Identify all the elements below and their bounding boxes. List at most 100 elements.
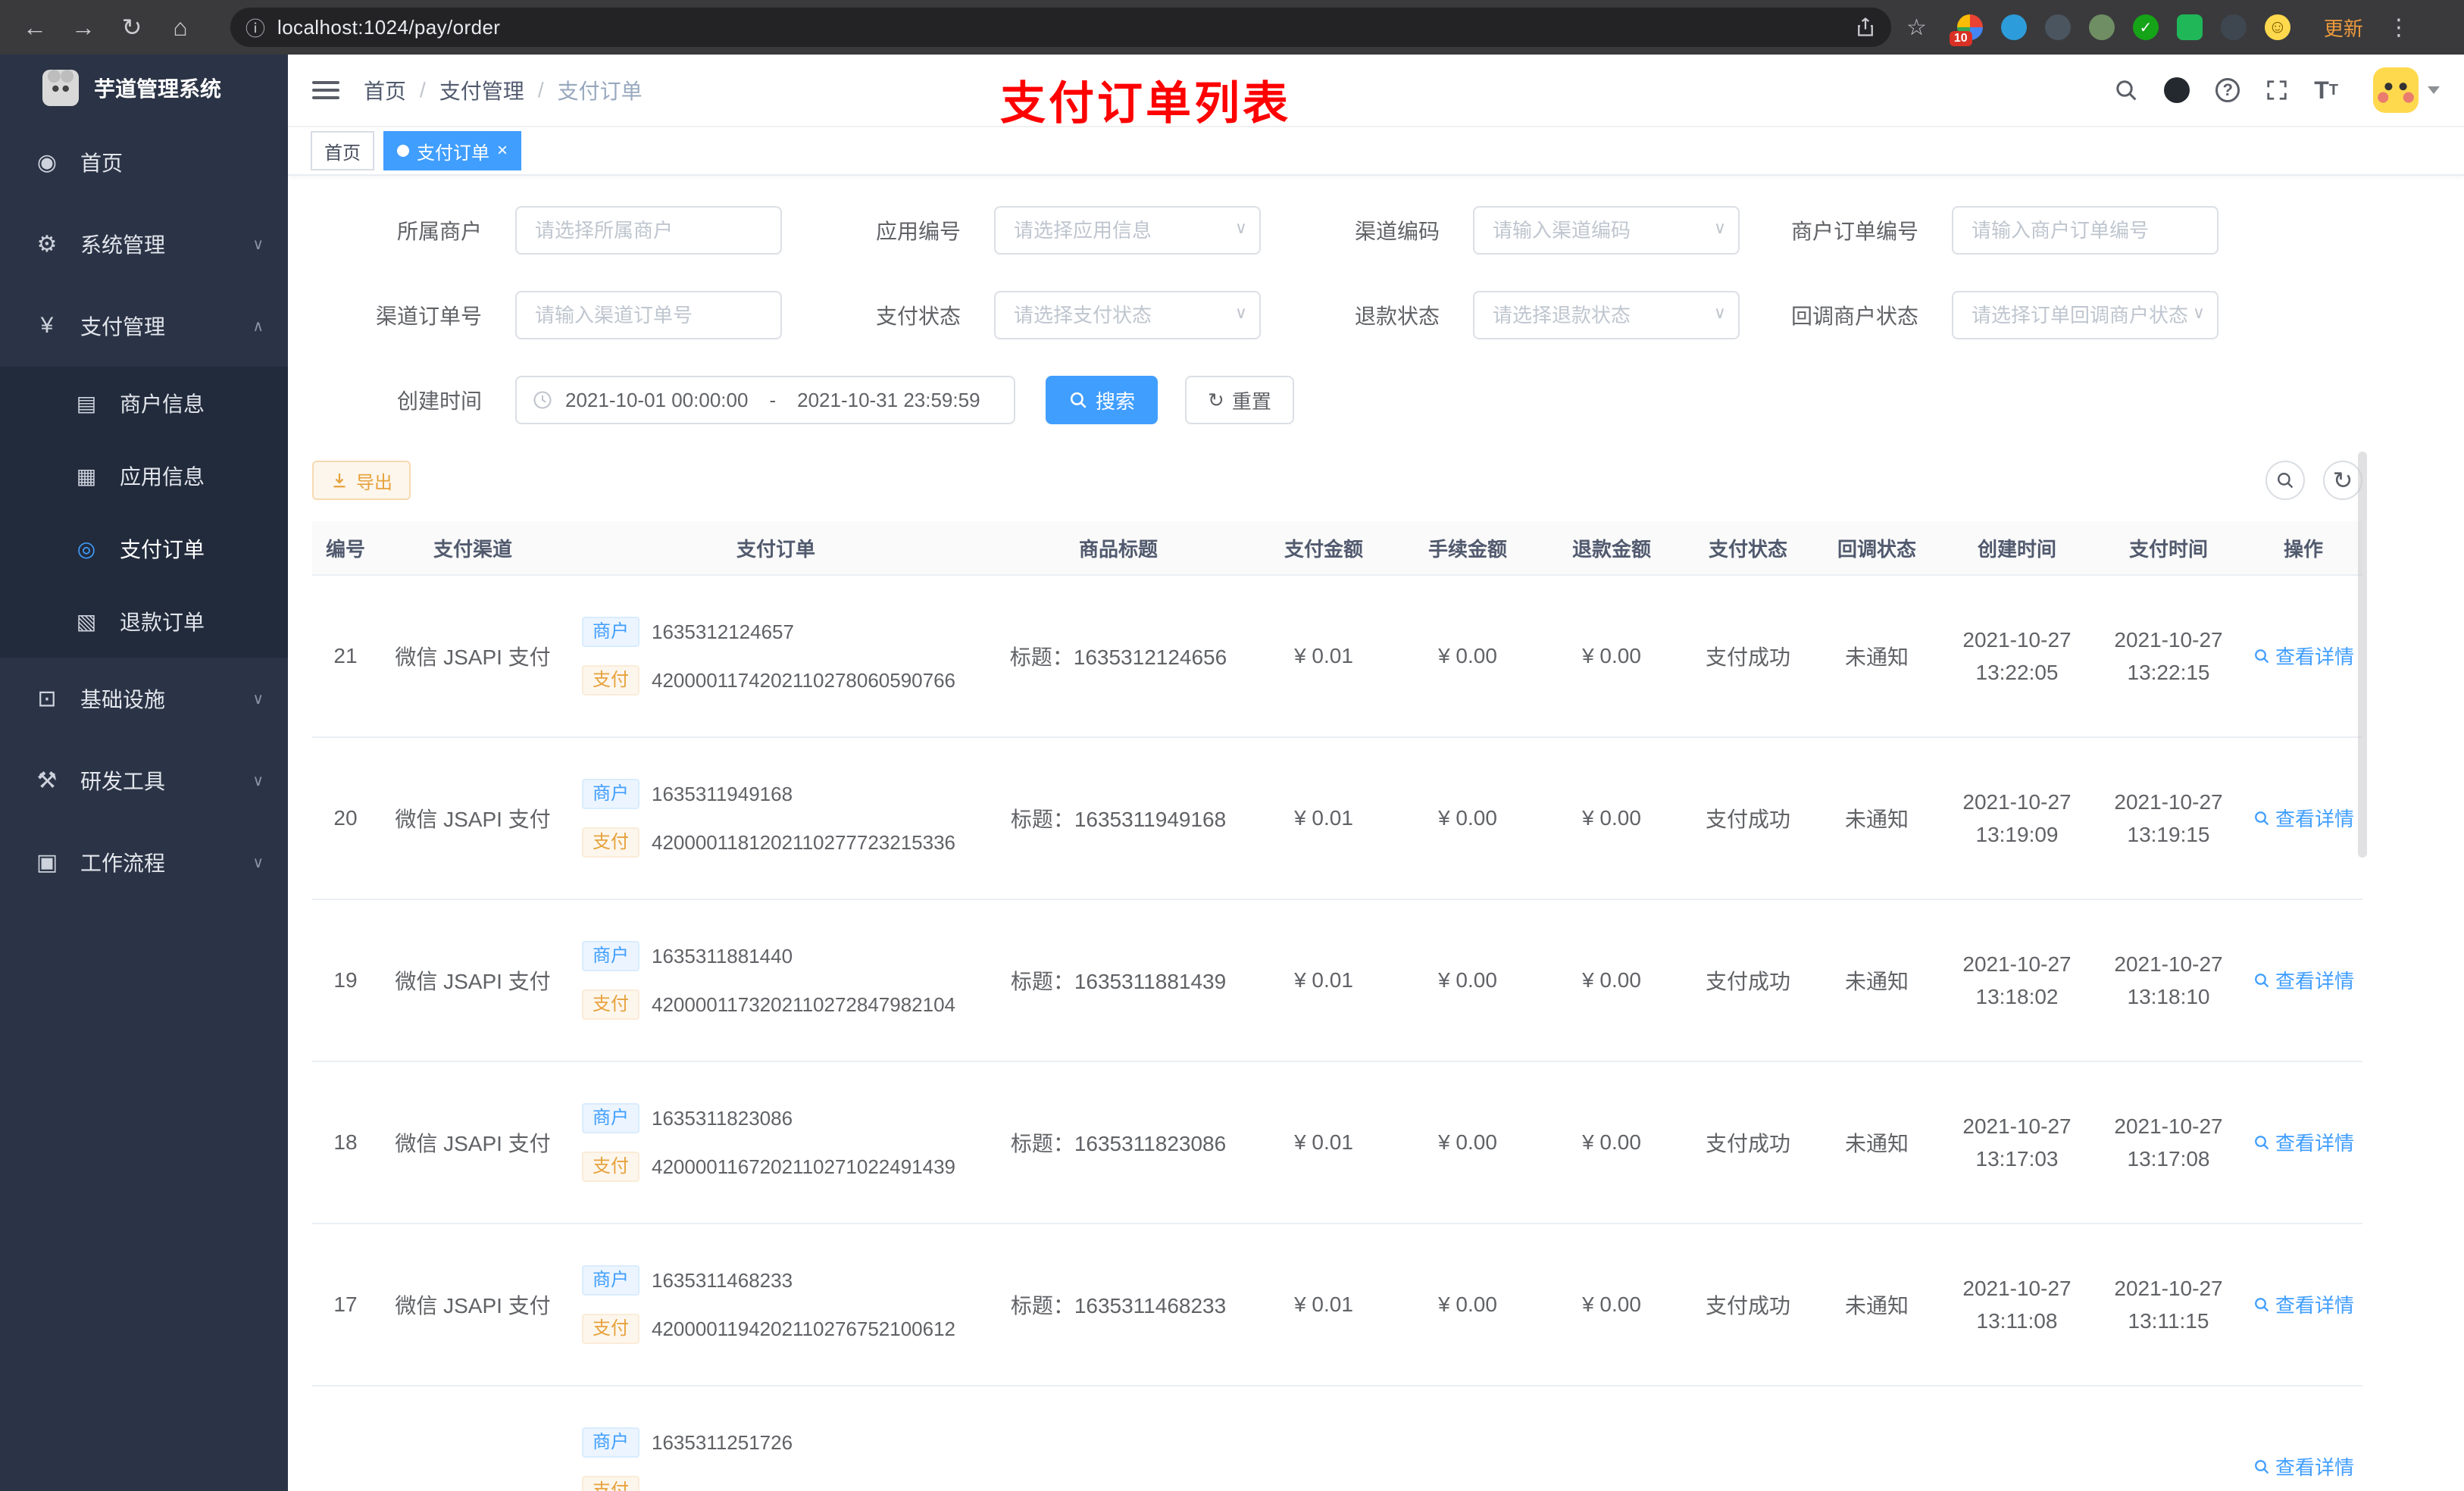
channel-order-no-field[interactable] (515, 291, 782, 339)
browser-update-button[interactable]: 更新 (2324, 14, 2363, 42)
user-avatar (2373, 67, 2419, 113)
export-button[interactable]: 导出 (312, 461, 411, 500)
sidebar-item-infrastructure[interactable]: ⊡ 基础设施 ∨ (0, 658, 288, 739)
channel-code-select[interactable]: ∨ (1473, 206, 1740, 255)
merchant-tag: 商户 (582, 779, 639, 809)
extension-drop-icon[interactable] (2000, 14, 2027, 40)
table-row[interactable]: 18 微信 JSAPI 支付 商户 1635311823086 支付 42000… (312, 1062, 2362, 1224)
filter-label: 渠道编码 (1354, 220, 1440, 243)
user-avatar-menu[interactable] (2373, 67, 2440, 113)
address-bar[interactable]: ⓘ localhost:1024/pay/order (230, 8, 1891, 47)
channel-order-no-input[interactable] (515, 291, 782, 339)
create-time-range-picker[interactable]: 2021-10-01 00:00:00 - 2021-10-31 23:59:5… (515, 376, 1015, 424)
pay-status-input[interactable] (994, 291, 1261, 339)
filter-label: 回调商户状态 (1790, 305, 1918, 328)
merchant-order-no: 1635311881440 (652, 944, 793, 967)
table-row[interactable]: 17 微信 JSAPI 支付 商户 1635311468233 支付 42000… (312, 1224, 2362, 1386)
close-icon[interactable]: × (497, 140, 508, 161)
search-icon[interactable] (2114, 78, 2138, 102)
table-row[interactable]: 商户 1635311251726 支付 查看详情 (312, 1386, 2362, 1491)
extension-pin-icon[interactable] (2220, 14, 2247, 40)
profile-avatar-icon[interactable]: ☺ (2264, 14, 2290, 40)
app-logo-row[interactable]: 芋道管理系统 (0, 55, 288, 121)
hide-search-icon[interactable] (2265, 461, 2305, 500)
help-icon[interactable]: ? (2215, 78, 2240, 102)
extension-palette-icon[interactable]: 10 (1949, 14, 1983, 46)
cell-create-time: 2021-10-27 13:22:05 (1962, 627, 2072, 684)
back-icon[interactable]: ← (15, 8, 55, 47)
extension-check-icon[interactable]: ✓ (2132, 14, 2159, 40)
column-header: 创建时间 (1977, 537, 2056, 561)
view-detail-link[interactable]: 查看详情 (2253, 966, 2354, 994)
reset-button[interactable]: ↻ 重置 (1185, 376, 1294, 424)
reload-icon[interactable]: ↻ (112, 8, 152, 47)
tab-home[interactable]: 首页 (311, 131, 374, 170)
callback-status-select[interactable]: ∨ (1952, 291, 2219, 339)
share-icon[interactable] (1855, 17, 1876, 38)
cell-pay-time: 2021-10-27 13:19:15 (2114, 789, 2223, 846)
table-scrollbar[interactable] (2358, 452, 2367, 858)
sidebar-toggle-icon[interactable] (312, 81, 339, 99)
view-detail-link[interactable]: 查看详情 (2253, 804, 2354, 832)
sidebar-item-workflow[interactable]: ▣ 工作流程 ∨ (0, 821, 288, 903)
date-start[interactable]: 2021-10-01 00:00:00 (565, 389, 748, 412)
extension-olive-icon[interactable] (2088, 14, 2115, 40)
active-dot-icon (397, 145, 409, 157)
app-id-select[interactable]: ∨ (994, 206, 1261, 255)
pay-status-select[interactable]: ∨ (994, 291, 1261, 339)
merchant-select[interactable] (515, 206, 782, 255)
app-id-input[interactable] (994, 206, 1261, 255)
sidebar-item-payment[interactable]: ¥ 支付管理 ∧ (0, 285, 288, 367)
merchant-order-no-input[interactable] (1952, 206, 2219, 255)
sidebar-item-app-info[interactable]: ▦ 应用信息 (0, 439, 288, 512)
callback-status-input[interactable] (1952, 291, 2219, 339)
extension-chat-icon[interactable] (2176, 14, 2203, 40)
merchant-input[interactable] (515, 206, 782, 255)
home-icon[interactable]: ⌂ (161, 8, 200, 47)
view-detail-link[interactable]: 查看详情 (2253, 1452, 2354, 1480)
sidebar-item-home[interactable]: ◉ 首页 (0, 121, 288, 203)
url-text[interactable]: localhost:1024/pay/order (277, 16, 1855, 39)
table-row[interactable]: 21 微信 JSAPI 支付 商户 1635312124657 支付 42000… (312, 576, 2362, 738)
github-icon[interactable] (2164, 77, 2190, 103)
fullscreen-icon[interactable] (2265, 79, 2288, 102)
table-row[interactable]: 19 微信 JSAPI 支付 商户 1635311881440 支付 42000… (312, 900, 2362, 1062)
merchant-order-no-field[interactable] (1952, 206, 2219, 255)
view-detail-link[interactable]: 查看详情 (2253, 1128, 2354, 1156)
refund-status-input[interactable] (1473, 291, 1740, 339)
tab-pay-order[interactable]: 支付订单 × (383, 131, 522, 170)
extension-dark-icon[interactable] (2044, 14, 2071, 40)
refresh-table-icon[interactable]: ↻ (2323, 461, 2362, 500)
view-detail-link[interactable]: 查看详情 (2253, 1290, 2354, 1318)
bookmark-star-icon[interactable]: ☆ (1906, 14, 1927, 41)
merchant-order-no: 1635312124657 (652, 620, 794, 643)
breadcrumb-payment[interactable]: 支付管理 (439, 75, 524, 105)
sidebar-item-system[interactable]: ⚙ 系统管理 ∨ (0, 203, 288, 285)
breadcrumb-current: 支付订单 (557, 80, 643, 103)
pay-tag: 支付 (582, 827, 639, 858)
forward-icon[interactable]: → (64, 8, 103, 47)
date-end[interactable]: 2021-10-31 23:59:59 (797, 389, 980, 412)
view-detail-link[interactable]: 查看详情 (2253, 642, 2354, 670)
breadcrumb-home[interactable]: 首页 (364, 75, 406, 105)
sidebar-item-refund-order[interactable]: ▧ 退款订单 (0, 585, 288, 658)
sidebar-item-merchant-info[interactable]: ▤ 商户信息 (0, 367, 288, 439)
workflow-icon: ▣ (36, 849, 58, 875)
font-size-icon[interactable]: TT (2314, 77, 2338, 105)
sidebar-item-dev-tools[interactable]: ⚒ 研发工具 ∨ (0, 739, 288, 821)
date-separator: - (769, 388, 777, 411)
red-annotation-title: 支付订单列表 (1000, 78, 1291, 129)
channel-code-input[interactable] (1473, 206, 1740, 255)
cell-id: 21 (333, 644, 358, 667)
site-info-icon[interactable]: ⓘ (245, 14, 265, 42)
target-icon: ◎ (77, 536, 96, 561)
search-button[interactable]: 搜索 (1046, 376, 1159, 424)
refund-status-select[interactable]: ∨ (1473, 291, 1740, 339)
sidebar-item-pay-order[interactable]: ◎ 支付订单 (0, 512, 288, 585)
cell-status: 支付成功 (1705, 1294, 1790, 1318)
browser-menu-icon[interactable]: ⋮ (2387, 14, 2410, 41)
cell-channel: 微信 JSAPI 支付 (395, 1294, 551, 1318)
table-row[interactable]: 20 微信 JSAPI 支付 商户 1635311949168 支付 42000… (312, 738, 2362, 900)
cell-refund: ¥ 0.00 (1582, 806, 1641, 830)
table-body: 21 微信 JSAPI 支付 商户 1635312124657 支付 42000… (312, 576, 2362, 1491)
